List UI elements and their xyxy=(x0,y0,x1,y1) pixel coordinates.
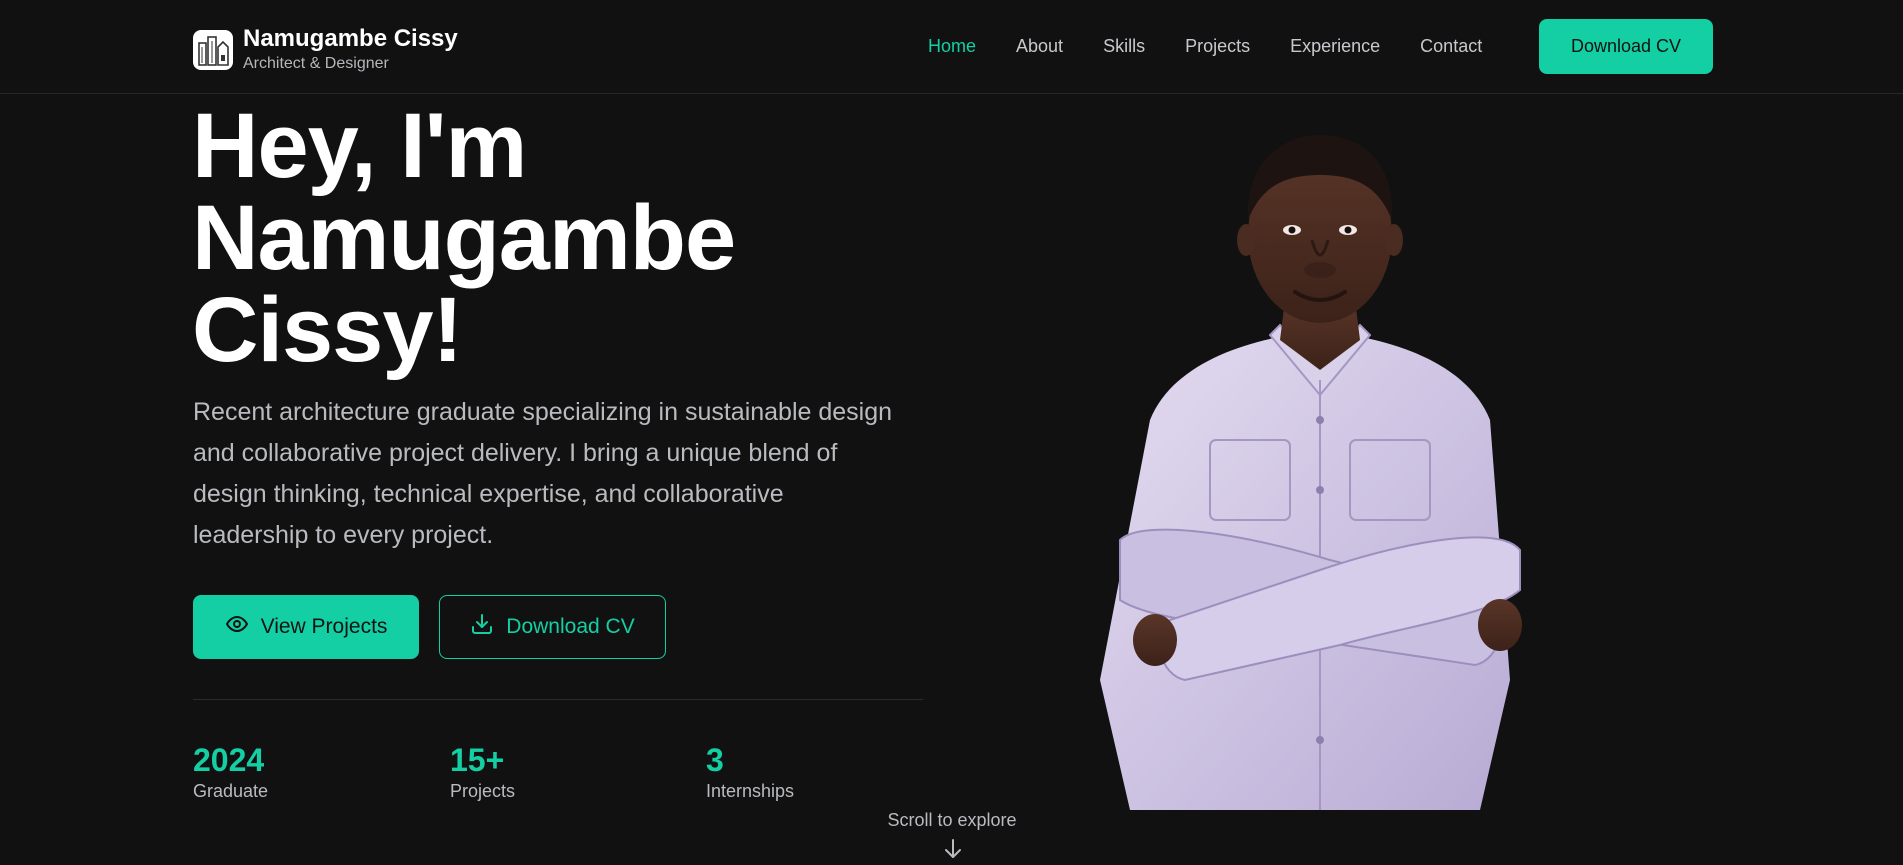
download-icon xyxy=(470,612,494,642)
header-download-cv-button[interactable]: Download CV xyxy=(1539,19,1713,74)
stats-divider xyxy=(193,699,923,700)
nav-contact[interactable]: Contact xyxy=(1420,34,1482,58)
hero-title-line: Namugambe xyxy=(192,187,736,289)
stat-label: Projects xyxy=(450,781,516,801)
stat-graduate: 2024 Graduate xyxy=(193,742,268,802)
main-nav: Home About Skills Projects Experience Co… xyxy=(928,34,1482,58)
stat-internships: 3 Internships xyxy=(706,742,794,802)
brand-name: Namugambe Cissy xyxy=(243,25,458,52)
nav-skills[interactable]: Skills xyxy=(1103,34,1145,58)
hero-description: Recent architecture graduate specializin… xyxy=(193,398,893,549)
nav-experience[interactable]: Experience xyxy=(1290,34,1380,58)
stat-label: Internships xyxy=(706,781,795,801)
scroll-hint[interactable]: Scroll to explore xyxy=(852,810,1052,831)
nav-about[interactable]: About xyxy=(1016,34,1063,58)
hero-title: Hey, I'm Namugambe Cissy! xyxy=(192,100,912,376)
brand[interactable]: Namugambe Cissy Architect & Designer xyxy=(193,26,458,74)
stat-value: 15+ xyxy=(450,742,505,778)
hero-title-line: Hey, I'm xyxy=(192,95,527,197)
stat-projects: 15+ Projects xyxy=(450,742,515,802)
arrow-down-icon[interactable] xyxy=(943,838,963,865)
view-projects-button[interactable]: View Projects xyxy=(193,595,419,659)
eye-icon xyxy=(225,612,249,642)
site-header: Namugambe Cissy Architect & Designer Hom… xyxy=(0,0,1903,94)
download-cv-button[interactable]: Download CV xyxy=(439,595,666,659)
view-projects-label: View Projects xyxy=(260,615,388,638)
nav-projects[interactable]: Projects xyxy=(1185,34,1250,58)
nav-home[interactable]: Home xyxy=(928,34,976,58)
stat-value: 2024 xyxy=(193,742,265,778)
building-logo-icon xyxy=(193,30,233,70)
hero-title-line: Cissy! xyxy=(192,279,463,381)
brand-subtitle: Architect & Designer xyxy=(243,55,389,72)
download-cv-label: Download CV xyxy=(506,615,635,638)
stat-label: Graduate xyxy=(193,781,269,801)
stat-value: 3 xyxy=(706,742,724,778)
profile-photo xyxy=(1080,120,1560,810)
